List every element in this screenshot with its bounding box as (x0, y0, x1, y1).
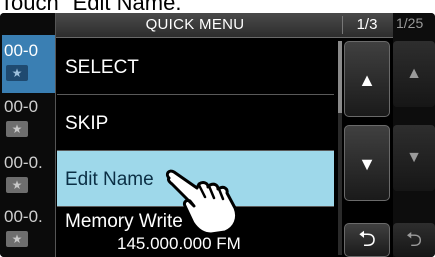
quick-menu-title-bar: QUICK MENU 1/3 (56, 13, 393, 38)
channel-number: 00-0. (4, 207, 43, 226)
up-arrow-icon: ▲ (358, 70, 376, 90)
scroll-down-button[interactable]: ▼ (344, 125, 390, 201)
star-icon: ★ (6, 121, 28, 137)
menu-item-label: SELECT (65, 57, 139, 78)
scroll-up-button[interactable]: ▲ (344, 41, 390, 117)
back-arrow-icon: ⮌ (358, 226, 376, 251)
star-icon: ★ (6, 177, 28, 193)
star-icon: ★ (6, 231, 28, 247)
scrollbar-thumb[interactable] (338, 41, 342, 113)
menu-item-label: Edit Name (65, 169, 154, 190)
channel-row[interactable]: 00-0 ★ (2, 35, 56, 93)
down-arrow-icon: ▼ (406, 149, 422, 166)
background-scroll-column: 1/25 ▲ ▼ ⮌ (393, 13, 435, 257)
channel-row[interactable]: 00-0 ★ (2, 91, 56, 149)
radio-screen: 00-0 ★ 00-0 ★ 00-0. ★ 00-0. ★ 1/25 ▲ ▼ ⮌ (0, 13, 435, 257)
instruction-caption: Touch "Edit Name." (0, 0, 190, 15)
down-arrow-icon: ▼ (358, 154, 376, 174)
menu-item-skip[interactable]: SKIP (57, 95, 334, 151)
menu-page-indicator: 1/3 (342, 16, 391, 34)
channel-number: 00-0 (4, 97, 39, 116)
menu-item-label: SKIP (65, 113, 109, 134)
back-button[interactable]: ⮌ (344, 223, 390, 257)
channel-row[interactable]: 00-0. ★ (2, 201, 56, 257)
channel-number: 00-0. (4, 153, 43, 172)
up-arrow-icon: ▲ (406, 65, 422, 82)
channel-row[interactable]: 00-0. ★ (2, 147, 56, 205)
back-arrow-icon: ⮌ (405, 229, 423, 251)
background-back-button[interactable]: ⮌ (393, 223, 435, 257)
menu-scrollbar[interactable] (338, 41, 342, 255)
channel-number: 00-0 (4, 41, 39, 60)
star-icon: ★ (6, 65, 28, 81)
menu-item-frequency: 145.000.000 FM (117, 234, 241, 253)
menu-item-select[interactable]: SELECT (57, 39, 334, 95)
background-page-count: 1/25 (396, 15, 424, 31)
touch-hand-icon (165, 169, 239, 236)
memory-channel-column: 00-0 ★ 00-0 ★ 00-0. ★ 00-0. ★ (0, 13, 60, 257)
menu-title: QUICK MENU (145, 16, 245, 33)
background-up-button[interactable]: ▲ (393, 41, 435, 107)
background-down-button[interactable]: ▼ (393, 125, 435, 191)
